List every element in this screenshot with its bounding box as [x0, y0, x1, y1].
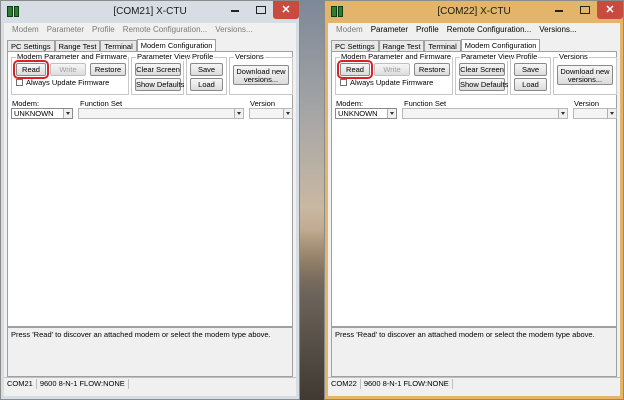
minimize-button[interactable]	[223, 1, 247, 19]
minimize-button[interactable]	[547, 1, 571, 19]
group-legend: Modem Parameter and Firmware	[340, 52, 453, 61]
write-button[interactable]: Write	[374, 63, 410, 76]
write-button[interactable]: Write	[50, 63, 86, 76]
version-select[interactable]	[249, 108, 293, 119]
always-update-firmware-checkbox[interactable]	[340, 79, 347, 86]
modem-select-value: UNKNOWN	[14, 109, 54, 118]
menu-profile[interactable]: Profile	[88, 23, 119, 37]
status-message: Press 'Read' to discover an attached mod…	[11, 330, 271, 339]
parameter-view-group: Parameter View Clear Screen Show Default…	[131, 53, 192, 95]
show-defaults-button[interactable]: Show Defaults	[135, 78, 184, 91]
always-update-firmware-row[interactable]: Always Update Firmware	[340, 78, 433, 87]
modem-parameter-firmware-group: Modem Parameter and Firmware Read Write …	[335, 53, 453, 95]
modem-select-value: UNKNOWN	[338, 109, 378, 118]
xctu-window-com21: [COM21] X-CTU ✕ Modem Parameter Profile …	[0, 0, 300, 400]
status-bar: COM22 9600 8-N-1 FLOW:NONE	[328, 377, 620, 389]
menu-modem[interactable]: Modem	[332, 23, 367, 37]
menu-parameter[interactable]: Parameter	[43, 23, 88, 37]
group-legend: Parameter View	[136, 52, 192, 61]
save-button[interactable]: Save	[514, 63, 547, 76]
restore-button[interactable]: Restore	[90, 63, 126, 76]
modem-select[interactable]: UNKNOWN	[11, 108, 73, 119]
group-legend: Profile	[191, 52, 215, 61]
always-update-firmware-checkbox[interactable]	[16, 79, 23, 86]
download-new-versions-button[interactable]: Download new versions...	[557, 65, 613, 85]
menu-remote-configuration[interactable]: Remote Configuration...	[443, 23, 536, 37]
group-legend: Modem Parameter and Firmware	[16, 52, 129, 61]
profile-group: Profile Save Load	[186, 53, 227, 95]
version-label: Version	[250, 99, 276, 108]
menu-remote-configuration[interactable]: Remote Configuration...	[119, 23, 212, 37]
always-update-firmware-label: Always Update Firmware	[350, 78, 434, 87]
client-area: PC Settings Range Test Terminal Modem Co…	[4, 37, 296, 396]
menu-profile[interactable]: Profile	[412, 23, 443, 37]
read-button[interactable]: Read	[13, 60, 49, 79]
function-set-label: Function Set	[404, 99, 447, 108]
always-update-firmware-row[interactable]: Always Update Firmware	[16, 78, 109, 87]
chevron-down-icon	[558, 109, 567, 118]
group-legend: Parameter View	[460, 52, 516, 61]
chevron-down-icon	[283, 109, 292, 118]
group-legend: Versions	[234, 52, 265, 61]
download-new-versions-button[interactable]: Download new versions...	[233, 65, 289, 85]
maximize-button[interactable]	[249, 1, 271, 19]
read-button[interactable]: Read	[337, 60, 373, 79]
menu-modem[interactable]: Modem	[8, 23, 43, 37]
menu-versions[interactable]: Versions...	[211, 23, 256, 37]
status-serial-settings: 9600 8-N-1 FLOW:NONE	[37, 378, 129, 389]
modem-select[interactable]: UNKNOWN	[335, 108, 397, 119]
parameter-view-group: Parameter View Clear Screen Show Default…	[455, 53, 516, 95]
maximize-button[interactable]	[573, 1, 595, 19]
modem-label: Modem:	[12, 99, 40, 108]
versions-group: Versions Download new versions...	[229, 53, 293, 95]
close-button[interactable]: ✕	[597, 1, 623, 19]
status-serial-settings: 9600 8-N-1 FLOW:NONE	[361, 378, 453, 389]
function-set-select[interactable]	[402, 108, 568, 119]
load-button[interactable]: Load	[514, 78, 547, 91]
close-icon: ✕	[281, 4, 291, 16]
clear-screen-button[interactable]: Clear Screen	[135, 63, 181, 76]
versions-group: Versions Download new versions...	[553, 53, 617, 95]
menu-bar: Modem Parameter Profile Remote Configura…	[4, 23, 296, 37]
close-button[interactable]: ✕	[273, 1, 299, 19]
chevron-down-icon	[387, 109, 396, 118]
group-legend: Versions	[558, 52, 589, 61]
modem-label: Modem:	[336, 99, 364, 108]
client-area: PC Settings Range Test Terminal Modem Co…	[328, 37, 620, 396]
always-update-firmware-label: Always Update Firmware	[26, 78, 110, 87]
menu-versions[interactable]: Versions...	[535, 23, 580, 37]
save-button[interactable]: Save	[190, 63, 223, 76]
function-set-label: Function Set	[80, 99, 123, 108]
status-message: Press 'Read' to discover an attached mod…	[335, 330, 595, 339]
status-port: COM22	[328, 378, 361, 389]
modem-configuration-panel: Modem Parameter and Firmware Read Write …	[331, 51, 617, 327]
modem-configuration-panel: Modem Parameter and Firmware Read Write …	[7, 51, 293, 327]
version-select[interactable]	[573, 108, 617, 119]
title-bar[interactable]: [COM21] X-CTU ✕	[1, 1, 299, 23]
status-message-area: Press 'Read' to discover an attached mod…	[331, 327, 617, 377]
function-set-select[interactable]	[78, 108, 244, 119]
chevron-down-icon	[607, 109, 616, 118]
show-defaults-button[interactable]: Show Defaults	[459, 78, 508, 91]
version-label: Version	[574, 99, 600, 108]
modem-parameter-firmware-group: Modem Parameter and Firmware Read Write …	[11, 53, 129, 95]
title-bar[interactable]: [COM22] X-CTU ✕	[325, 1, 623, 23]
close-icon: ✕	[605, 4, 615, 16]
xctu-window-com22: [COM22] X-CTU ✕ Modem Parameter Profile …	[324, 0, 624, 400]
clear-screen-button[interactable]: Clear Screen	[459, 63, 505, 76]
menu-parameter[interactable]: Parameter	[367, 23, 412, 37]
menu-bar: Modem Parameter Profile Remote Configura…	[328, 23, 620, 37]
status-port: COM21	[4, 378, 37, 389]
chevron-down-icon	[234, 109, 243, 118]
profile-group: Profile Save Load	[510, 53, 551, 95]
chevron-down-icon	[63, 109, 72, 118]
status-bar: COM21 9600 8-N-1 FLOW:NONE	[4, 377, 296, 389]
load-button[interactable]: Load	[190, 78, 223, 91]
restore-button[interactable]: Restore	[414, 63, 450, 76]
status-message-area: Press 'Read' to discover an attached mod…	[7, 327, 293, 377]
group-legend: Profile	[515, 52, 539, 61]
